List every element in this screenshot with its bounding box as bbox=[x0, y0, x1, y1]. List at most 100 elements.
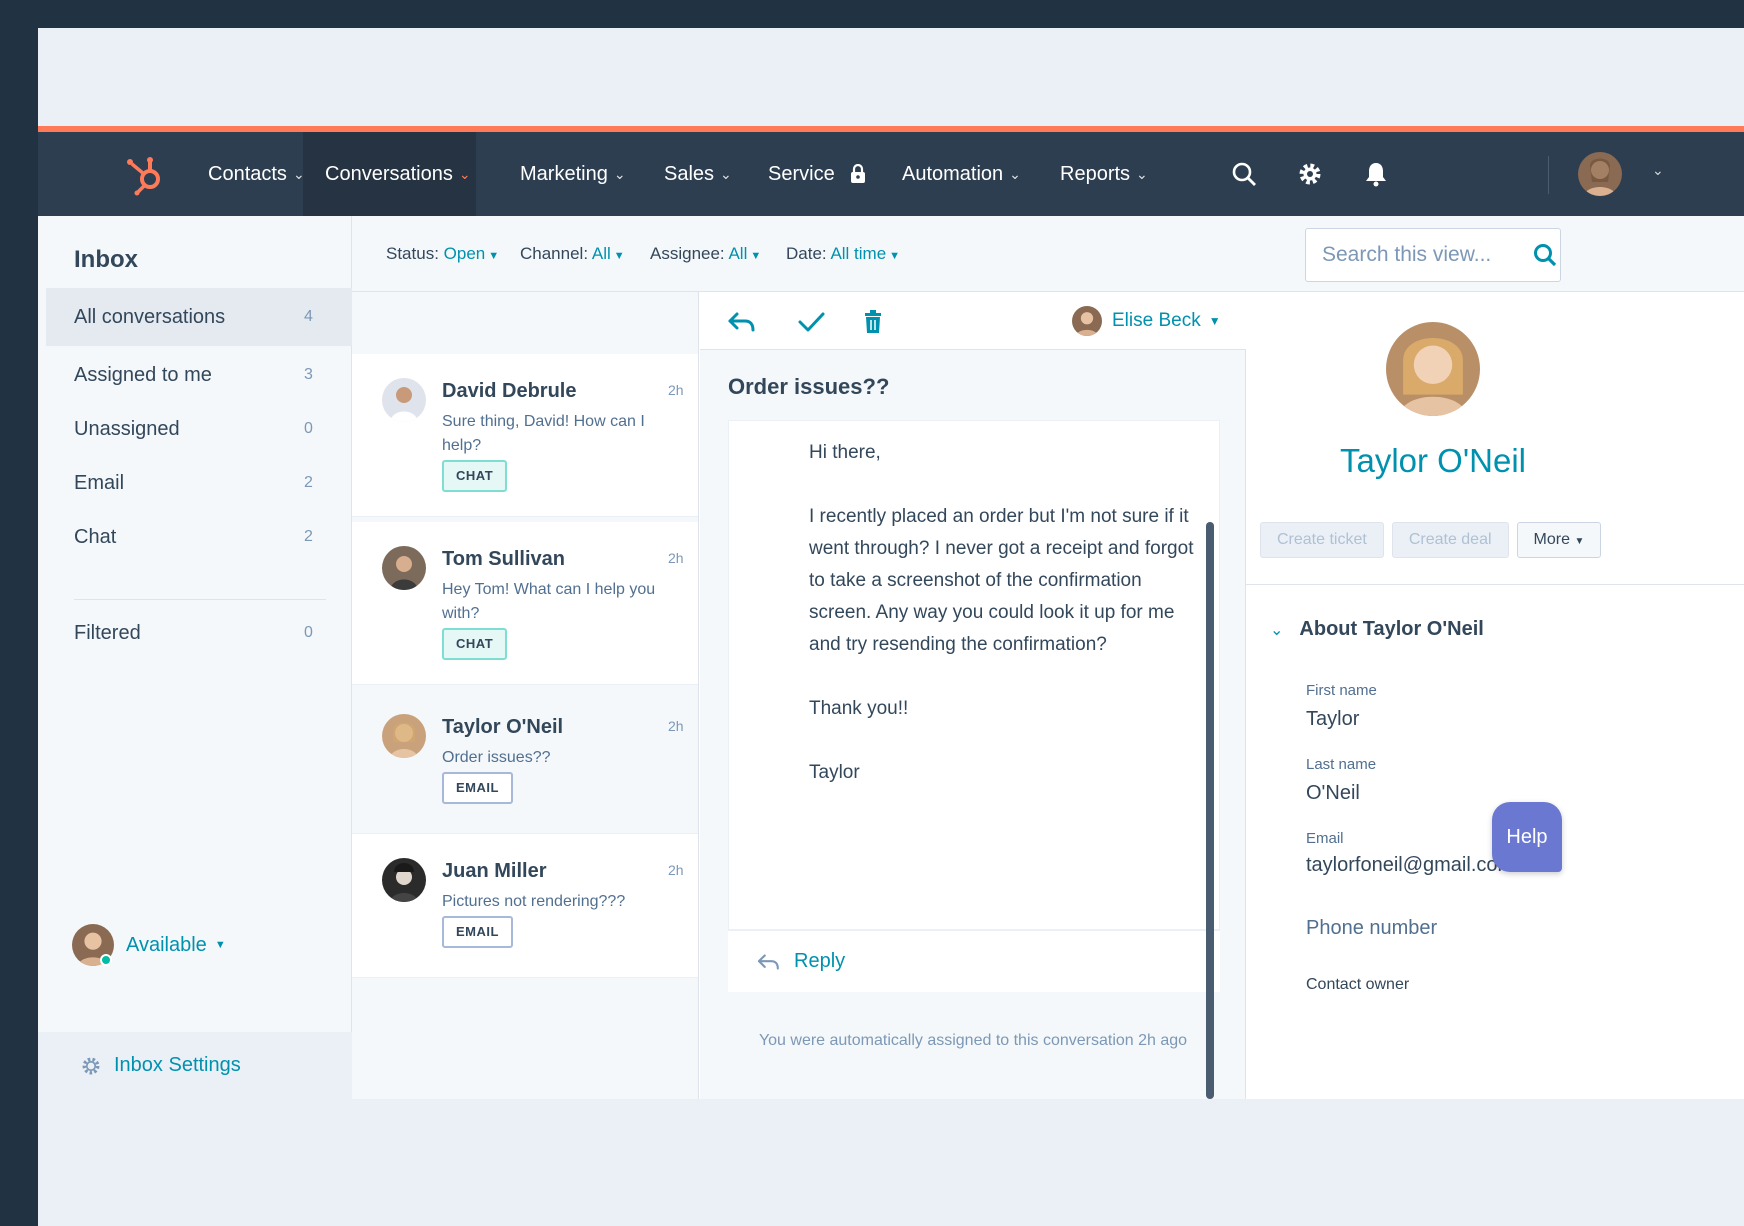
reply-icon bbox=[757, 953, 779, 970]
filter-label: Channel: bbox=[520, 244, 589, 263]
conversation-name: Taylor O'Neil bbox=[442, 716, 564, 738]
contact-actions: Create ticket Create deal More ▼ bbox=[1260, 522, 1602, 558]
filter-bar: Status: Open ▼ Channel: All ▼ Assignee: Al… bbox=[352, 216, 1744, 292]
conversation-time: 2h bbox=[668, 718, 684, 734]
create-deal-button[interactable]: Create deal bbox=[1391, 522, 1509, 558]
filter-date[interactable]: Date: All time ▼ bbox=[786, 244, 900, 264]
lock-icon bbox=[850, 164, 865, 183]
conversation-list: David Debrule 2h Sure thing, David! How … bbox=[352, 292, 699, 1099]
assignee-dropdown[interactable]: Elise Beck ▼ bbox=[1072, 306, 1221, 336]
sidebar-item-unassigned[interactable]: Unassigned 0 bbox=[46, 400, 352, 458]
availability-status[interactable]: Available ▼ bbox=[72, 924, 226, 966]
more-button[interactable]: More ▼ bbox=[1516, 522, 1602, 558]
nav-label: Reports bbox=[1060, 162, 1131, 185]
conversation-snippet: Order issues?? bbox=[442, 749, 551, 766]
conversation-name: Juan Miller bbox=[442, 860, 547, 882]
nav-label: Conversations bbox=[325, 162, 453, 185]
chevron-down-icon[interactable]: ⌄ bbox=[1652, 162, 1664, 179]
sidebar-item-chat[interactable]: Chat 2 bbox=[46, 508, 352, 566]
assignee-name: Elise Beck bbox=[1112, 310, 1201, 331]
online-indicator bbox=[100, 954, 112, 966]
message-paragraph: Thank you!! bbox=[809, 698, 909, 719]
sidebar-item-email[interactable]: Email 2 bbox=[46, 454, 352, 512]
nav-service[interactable]: Service bbox=[746, 132, 889, 216]
scrollbar-thumb[interactable] bbox=[1206, 522, 1214, 1099]
caret-down-icon: ▼ bbox=[889, 250, 901, 262]
message-paragraph: I recently placed an order but I'm not s… bbox=[809, 506, 1194, 655]
conversation-name: Tom Sullivan bbox=[442, 548, 565, 570]
search-icon[interactable] bbox=[1532, 242, 1558, 268]
contact-avatar bbox=[382, 858, 426, 902]
reply-icon[interactable] bbox=[726, 307, 756, 337]
contact-name: Taylor O'Neil bbox=[1339, 442, 1526, 479]
sidebar-divider bbox=[74, 599, 326, 600]
help-button[interactable]: Help bbox=[1492, 802, 1562, 872]
user-avatar[interactable] bbox=[1578, 152, 1622, 196]
filter-assignee[interactable]: Assignee: All ▼ bbox=[650, 244, 761, 264]
filter-value: All time bbox=[830, 244, 887, 263]
message-pane: Elise Beck ▼ Order issues?? Hi there, I … bbox=[700, 292, 1246, 1099]
gear-icon[interactable] bbox=[1294, 158, 1326, 190]
caret-down-icon: ▼ bbox=[488, 250, 500, 262]
sidebar-item-count: 4 bbox=[304, 308, 313, 325]
filter-value: All bbox=[728, 244, 748, 263]
scrollbar[interactable] bbox=[1206, 522, 1214, 1099]
email-message: Hi there, I recently placed an order but… bbox=[728, 420, 1220, 930]
create-ticket-button[interactable]: Create ticket bbox=[1260, 522, 1384, 558]
sidebar-item-count: 2 bbox=[304, 528, 313, 545]
sidebar-item-label: Assigned to me bbox=[74, 363, 212, 386]
check-icon[interactable] bbox=[796, 307, 826, 337]
sidebar-item-all-conversations[interactable]: All conversations 4 bbox=[46, 288, 352, 346]
sidebar-item-label: Unassigned bbox=[74, 417, 180, 440]
assignee-avatar bbox=[1072, 306, 1102, 336]
list-item[interactable]: Taylor O'Neil 2h Order issues?? EMAIL bbox=[352, 690, 698, 834]
nav-reports[interactable]: Reports ⌄ bbox=[1038, 132, 1170, 216]
search-icon[interactable] bbox=[1228, 158, 1260, 190]
top-navigation: Contacts ⌄ Conversations ⌄ Marketing ⌄ Sale… bbox=[38, 132, 1744, 216]
sidebar-item-count: 2 bbox=[304, 474, 313, 491]
nav-marketing[interactable]: Marketing ⌄ bbox=[498, 132, 648, 216]
conversation-snippet: Sure thing, David! How can I help? bbox=[442, 413, 645, 454]
conversation-name: David Debrule bbox=[442, 380, 577, 402]
more-label: More bbox=[1533, 531, 1570, 548]
filter-status[interactable]: Status: Open ▼ bbox=[386, 244, 499, 264]
list-item[interactable]: David Debrule 2h Sure thing, David! How … bbox=[352, 354, 698, 517]
filter-label: Date: bbox=[786, 244, 827, 263]
list-item[interactable]: Tom Sullivan 2h Hey Tom! What can I help… bbox=[352, 522, 698, 685]
search-input[interactable] bbox=[1322, 243, 1512, 267]
trash-icon[interactable] bbox=[858, 307, 888, 337]
property-value[interactable]: O'Neil bbox=[1306, 782, 1360, 805]
phone-number-field[interactable]: Phone number bbox=[1306, 917, 1437, 940]
property-label: Contact owner bbox=[1306, 976, 1410, 993]
filter-label: Status: bbox=[386, 244, 439, 263]
chevron-down-icon: ⌄ bbox=[1009, 165, 1021, 182]
hubspot-logo-icon[interactable] bbox=[120, 150, 168, 198]
caret-down-icon: ▼ bbox=[1208, 314, 1221, 328]
message-subject: Order issues?? bbox=[728, 374, 890, 399]
contact-avatar bbox=[382, 546, 426, 590]
reply-button[interactable]: Reply bbox=[728, 930, 1220, 992]
property-value[interactable]: Taylor bbox=[1306, 708, 1359, 731]
filter-channel[interactable]: Channel: All ▼ bbox=[520, 244, 625, 264]
property-label: Email bbox=[1306, 830, 1344, 847]
bell-icon[interactable] bbox=[1360, 158, 1392, 190]
nav-sales[interactable]: Sales ⌄ bbox=[642, 132, 754, 216]
chevron-down-icon: ⌄ bbox=[458, 165, 471, 182]
sidebar-item-filtered[interactable]: Filtered 0 bbox=[46, 604, 352, 662]
nav-automation[interactable]: Automation ⌄ bbox=[880, 132, 1043, 216]
caret-down-icon: ▼ bbox=[214, 939, 226, 951]
reply-label: Reply bbox=[794, 950, 846, 972]
sidebar-item-label: Filtered bbox=[74, 621, 141, 644]
nav-conversations[interactable]: Conversations ⌄ bbox=[303, 132, 476, 216]
property-value[interactable]: taylorfoneil@gmail.com bbox=[1306, 854, 1514, 877]
about-section-toggle[interactable]: ⌄ About Taylor O'Neil bbox=[1270, 618, 1484, 641]
sidebar-item-label: Email bbox=[74, 471, 125, 494]
conversation-time: 2h bbox=[668, 862, 684, 878]
list-item[interactable]: Juan Miller 2h Pictures not rendering???… bbox=[352, 834, 698, 978]
sidebar-item-assigned-to-me[interactable]: Assigned to me 3 bbox=[46, 346, 352, 404]
about-heading: About Taylor O'Neil bbox=[1299, 618, 1484, 640]
sidebar-item-count: 3 bbox=[304, 366, 313, 383]
inbox-settings-link[interactable]: Inbox Settings bbox=[38, 1032, 352, 1099]
assignment-note: You were automatically assigned to this … bbox=[758, 1032, 1188, 1049]
sidebar-item-count: 0 bbox=[304, 420, 313, 437]
